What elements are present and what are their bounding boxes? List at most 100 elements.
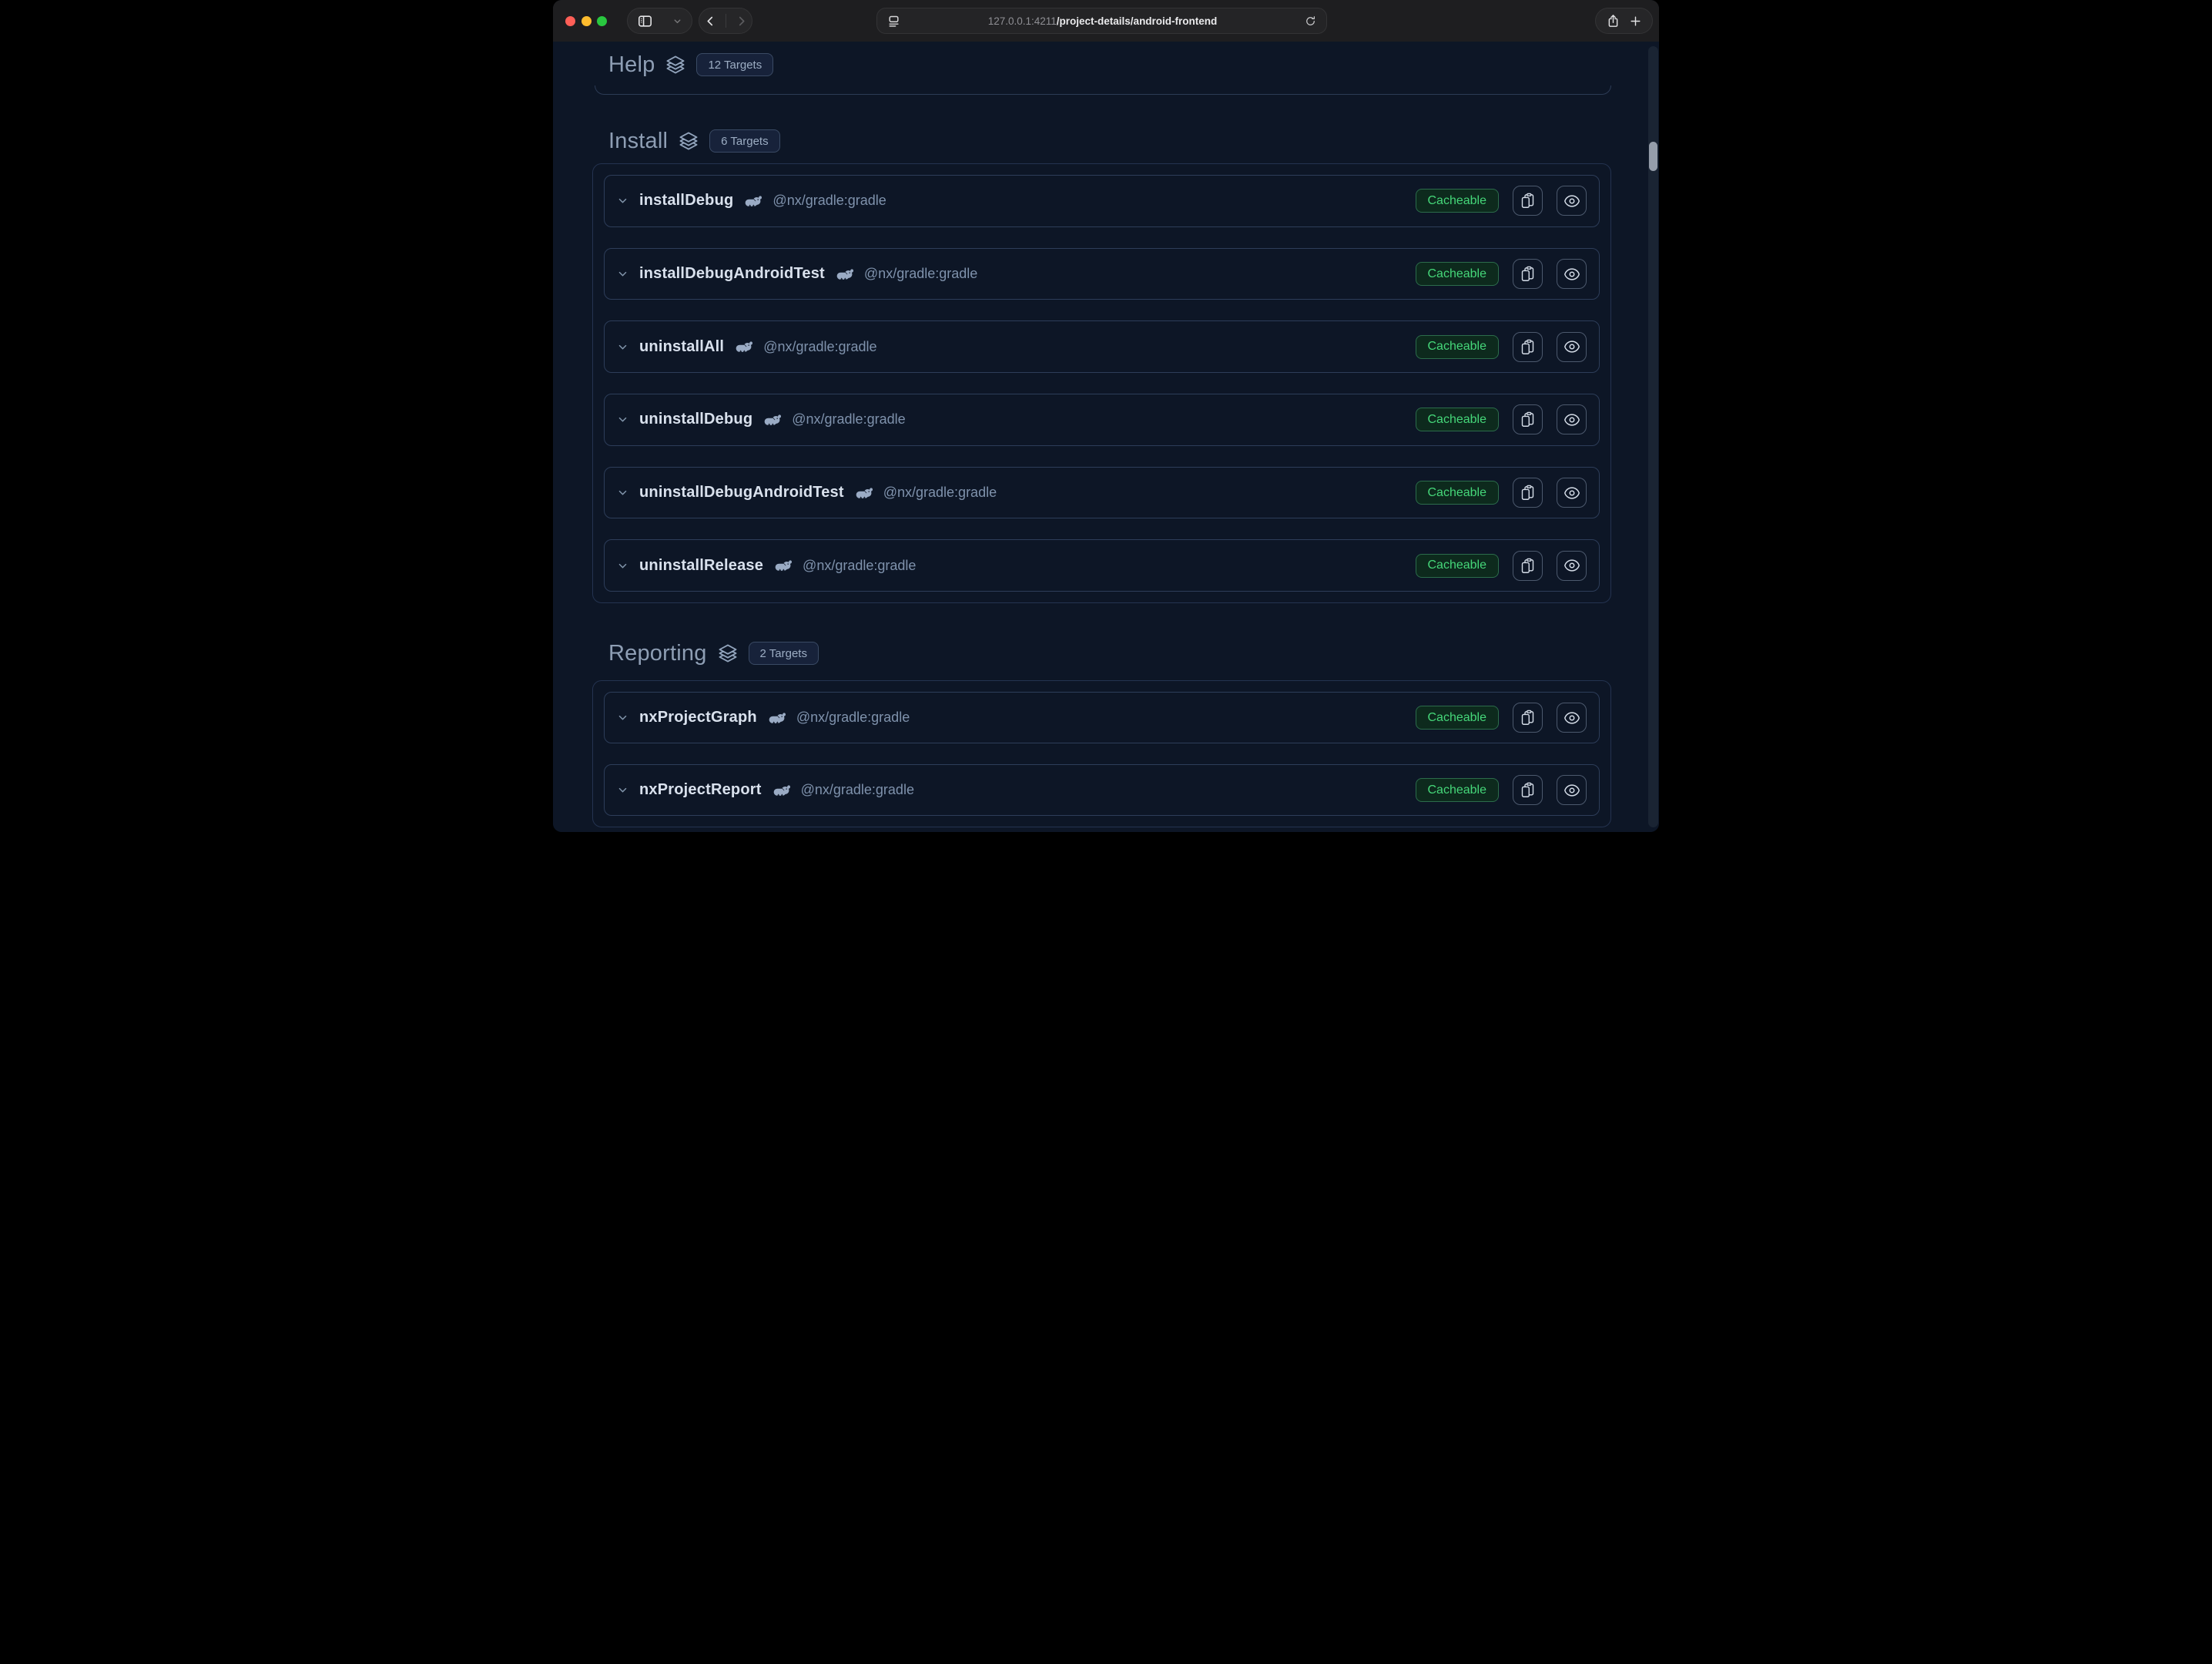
target-row[interactable]: uninstallRelease @nx/gradle:gradle Cache… [604, 539, 1600, 592]
layers-icon [718, 643, 738, 663]
url-text: 127.0.0.1:4211/project-details/android-f… [900, 15, 1305, 27]
target-row[interactable]: installDebugAndroidTest @nx/gradle:gradl… [604, 248, 1600, 300]
copy-target-button[interactable] [1513, 332, 1543, 362]
targets-count-badge: 12 Targets [696, 53, 773, 76]
cacheable-badge: Cacheable [1416, 335, 1500, 359]
eye-icon [1563, 782, 1580, 799]
view-target-button[interactable] [1557, 551, 1587, 581]
copy-target-button[interactable] [1513, 478, 1543, 508]
targets-group-install: installDebug @nx/gradle:gradle Cacheable [592, 163, 1611, 603]
copy-icon [1520, 339, 1536, 355]
copy-icon [1520, 710, 1536, 726]
copy-icon [1520, 266, 1536, 282]
target-row[interactable]: uninstallAll @nx/gradle:gradle Cacheable [604, 320, 1600, 373]
sidebar-toggle-button[interactable] [637, 13, 653, 29]
target-executor: @nx/gradle:gradle [796, 710, 910, 726]
scrollbar-thumb[interactable] [1649, 142, 1657, 171]
copy-target-button[interactable] [1513, 404, 1543, 434]
chevron-down-icon[interactable] [617, 784, 628, 796]
eye-icon [1563, 193, 1580, 210]
target-row[interactable]: uninstallDebug @nx/gradle:gradle Cacheab… [604, 394, 1600, 446]
target-row[interactable]: nxProjectReport @nx/gradle:gradle Cachea… [604, 764, 1600, 816]
copy-target-button[interactable] [1513, 551, 1543, 581]
copy-target-button[interactable] [1513, 259, 1543, 289]
view-target-button[interactable] [1557, 186, 1587, 216]
view-target-button[interactable] [1557, 332, 1587, 362]
target-name: nxProjectReport [639, 781, 762, 799]
toolbar-actions-group [1595, 8, 1653, 34]
reload-button[interactable] [1305, 15, 1316, 27]
chevron-down-icon[interactable] [617, 341, 628, 353]
view-target-button[interactable] [1557, 259, 1587, 289]
target-name: installDebugAndroidTest [639, 265, 825, 283]
targets-count-badge: 6 Targets [709, 129, 779, 153]
section-heading-reporting: Reporting 2 Targets [608, 636, 819, 670]
eye-icon [1563, 485, 1580, 502]
forward-button[interactable] [735, 15, 748, 28]
new-tab-button[interactable] [1629, 15, 1642, 28]
gradle-elephant-icon [774, 559, 793, 572]
zoom-window-button[interactable] [597, 16, 607, 26]
minimize-window-button[interactable] [581, 16, 592, 26]
gradle-elephant-icon [735, 340, 754, 354]
view-target-button[interactable] [1557, 478, 1587, 508]
section-container-bottom-edge [595, 86, 1611, 95]
chevron-down-icon[interactable] [617, 414, 628, 425]
scrollbar-track[interactable] [1648, 46, 1658, 827]
target-executor: @nx/gradle:gradle [773, 193, 886, 209]
close-window-button[interactable] [565, 16, 575, 26]
chevron-down-icon[interactable] [617, 195, 628, 206]
url-path: /project-details/android-frontend [1057, 15, 1218, 27]
copy-icon [1520, 411, 1536, 428]
chevron-down-icon[interactable] [617, 712, 628, 723]
share-icon [1606, 14, 1620, 29]
copy-icon [1520, 782, 1536, 798]
target-name: uninstallRelease [639, 557, 763, 575]
view-target-button[interactable] [1557, 703, 1587, 733]
target-name: installDebug [639, 192, 733, 210]
gradle-elephant-icon [855, 486, 874, 500]
target-executor: @nx/gradle:gradle [763, 339, 876, 355]
eye-icon [1563, 266, 1580, 283]
target-name: nxProjectGraph [639, 709, 757, 726]
copy-icon [1520, 193, 1536, 209]
section-heading-install: Install 6 Targets [608, 124, 780, 158]
cacheable-badge: Cacheable [1416, 706, 1500, 730]
view-target-button[interactable] [1557, 775, 1587, 805]
gradle-elephant-icon [836, 267, 855, 281]
target-executor: @nx/gradle:gradle [792, 411, 905, 428]
reload-icon [1305, 15, 1316, 27]
eye-icon [1563, 338, 1580, 355]
gradle-elephant-icon [773, 783, 792, 797]
target-row[interactable]: uninstallDebugAndroidTest @nx/gradle:gra… [604, 467, 1600, 519]
gradle-elephant-icon [763, 413, 783, 427]
address-bar[interactable]: 127.0.0.1:4211/project-details/android-f… [876, 8, 1327, 34]
chevron-down-icon[interactable] [617, 487, 628, 498]
page-settings-button[interactable] [887, 15, 900, 28]
tab-overview-chevron[interactable] [672, 16, 682, 26]
targets-count-badge: 2 Targets [749, 642, 819, 665]
target-row[interactable]: nxProjectGraph @nx/gradle:gradle Cacheab… [604, 692, 1600, 743]
target-name: uninstallDebugAndroidTest [639, 484, 844, 502]
layers-icon [679, 131, 699, 151]
view-target-button[interactable] [1557, 404, 1587, 434]
back-button[interactable] [704, 15, 717, 28]
window-controls [565, 16, 607, 26]
gradle-elephant-icon [744, 194, 763, 208]
chevron-right-icon [735, 15, 748, 28]
page-settings-icon [887, 15, 900, 28]
chevron-left-icon [704, 15, 717, 28]
copy-target-button[interactable] [1513, 775, 1543, 805]
sidebar-icon [637, 13, 653, 29]
target-executor: @nx/gradle:gradle [803, 558, 916, 574]
share-button[interactable] [1606, 14, 1620, 29]
target-name: uninstallDebug [639, 411, 752, 428]
chevron-down-icon[interactable] [617, 268, 628, 280]
target-row[interactable]: installDebug @nx/gradle:gradle Cacheable [604, 175, 1600, 227]
copy-target-button[interactable] [1513, 186, 1543, 216]
navigation-group [699, 8, 752, 34]
chevron-down-icon[interactable] [617, 560, 628, 572]
target-executor: @nx/gradle:gradle [864, 266, 977, 282]
plus-icon [1629, 15, 1642, 28]
copy-target-button[interactable] [1513, 703, 1543, 733]
